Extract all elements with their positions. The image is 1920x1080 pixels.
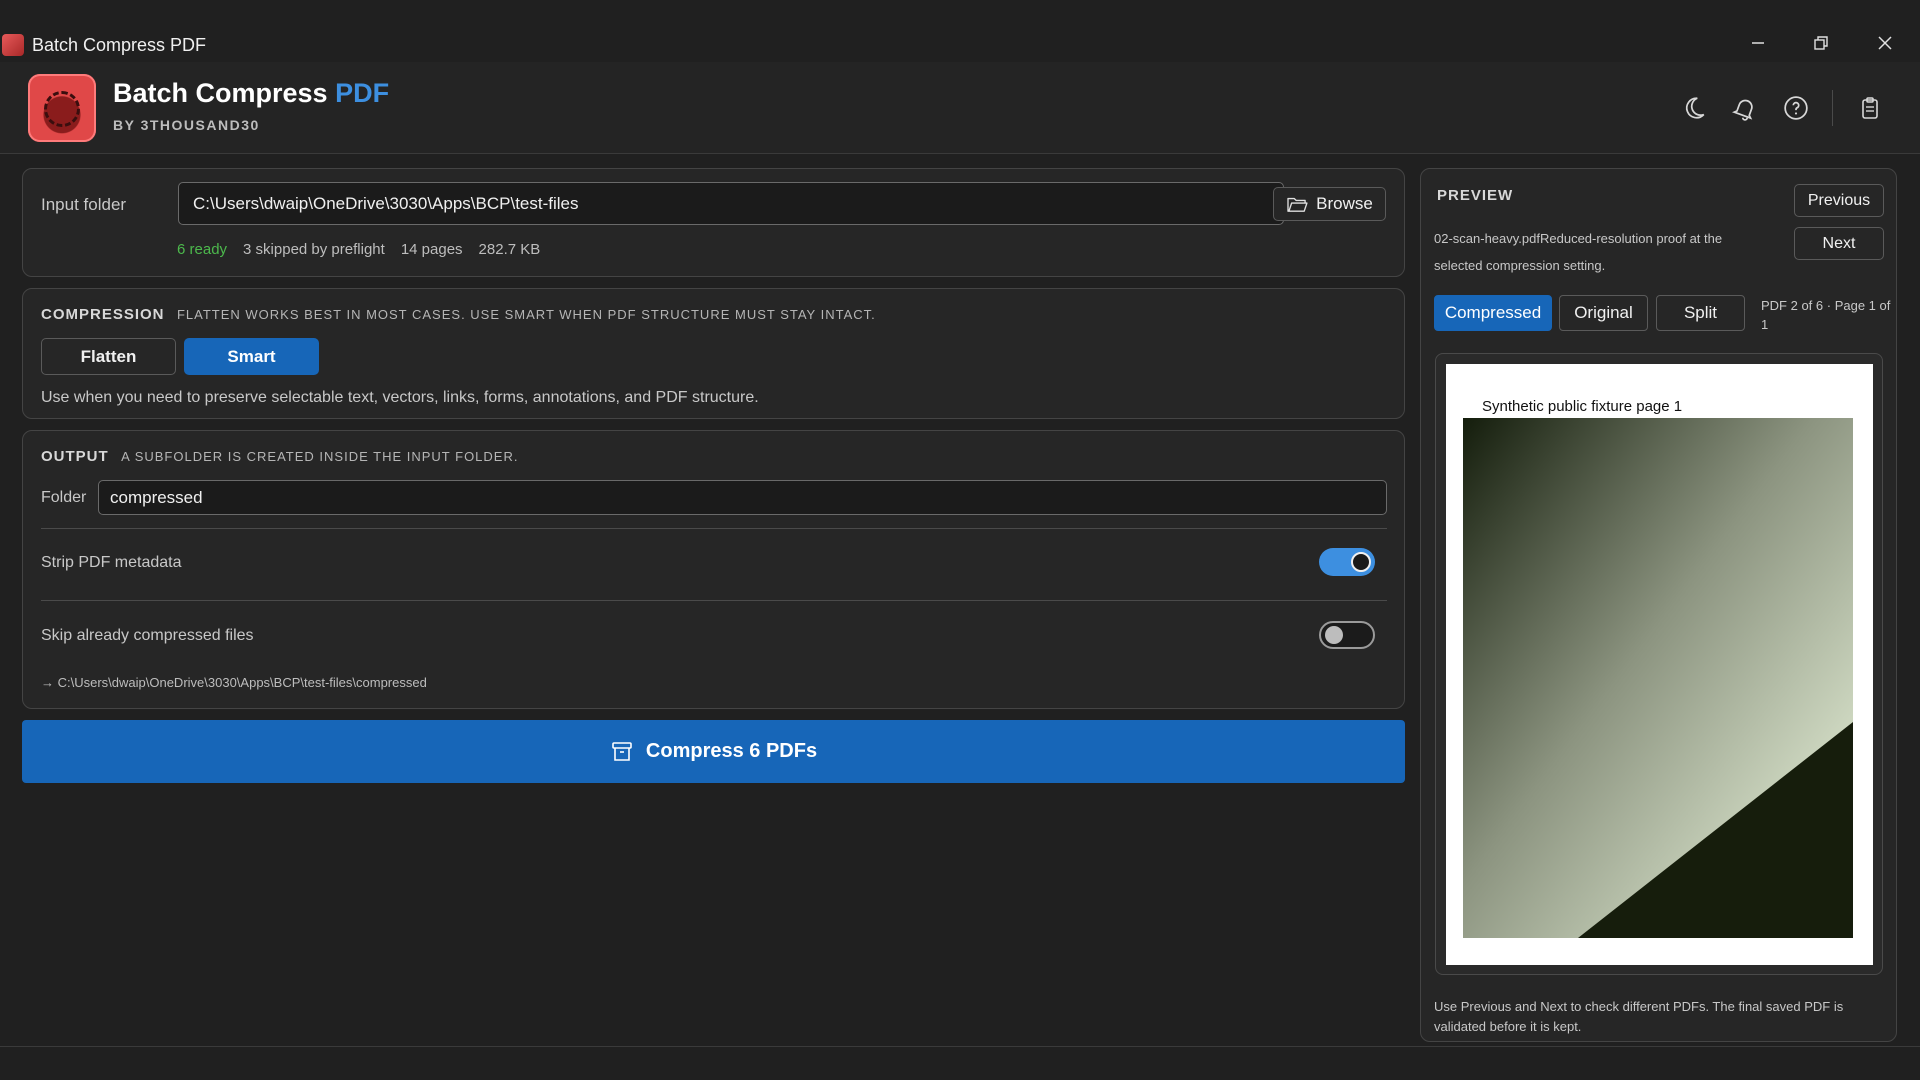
input-stats: 6 ready 3 skipped by preflight 14 pages … — [177, 241, 556, 258]
next-button[interactable]: Next — [1794, 227, 1884, 260]
logo-gear-icon — [44, 91, 80, 127]
brand-main: Batch Compress — [113, 78, 328, 108]
ready-count: 6 ready — [177, 241, 228, 258]
compress-button[interactable]: Compress 6 PDFs — [22, 720, 1405, 783]
compression-card: COMPRESSION FLATTEN WORKS BEST IN MOST C… — [22, 288, 1405, 419]
compression-note: FLATTEN WORKS BEST IN MOST CASES. USE SM… — [176, 307, 876, 322]
output-header: OUTPUT A SUBFOLDER IS CREATED INSIDE THE… — [41, 448, 518, 466]
preview-viewer: Synthetic public fixture page 1 — [1435, 353, 1883, 975]
preview-panel: PREVIEW 02-scan-heavy.pdfReduced-resolut… — [1420, 168, 1897, 1042]
total-size: 282.7 KB — [478, 241, 541, 258]
output-note: A SUBFOLDER IS CREATED INSIDE THE INPUT … — [121, 449, 519, 464]
output-title: OUTPUT — [41, 448, 109, 465]
input-folder-field[interactable]: C:\Users\dwaip\OneDrive\3030\Apps\BCP\te… — [178, 182, 1284, 225]
help-icon[interactable] — [1778, 90, 1814, 126]
output-folder-field[interactable]: compressed — [98, 480, 1387, 515]
divider — [41, 528, 1387, 529]
smart-button[interactable]: Smart — [184, 338, 319, 375]
pdf-page-image — [1463, 418, 1853, 938]
minimize-icon[interactable] — [1738, 28, 1778, 58]
archive-icon — [612, 741, 632, 761]
previous-button[interactable]: Previous — [1794, 184, 1884, 217]
notifications-bell-icon[interactable] — [1727, 90, 1763, 126]
title-bar: Batch Compress PDF — [0, 0, 1920, 62]
folder-label: Folder — [41, 489, 87, 506]
pdf-page: Synthetic public fixture page 1 — [1446, 364, 1873, 965]
tab-compressed[interactable]: Compressed — [1434, 295, 1552, 331]
brand-subtitle: BY 3THOUSAND30 — [113, 117, 260, 133]
app-icon — [2, 34, 24, 56]
pdf-page-info: PDF 2 of 6 · Page 1 of 1 — [1761, 298, 1891, 332]
tab-original[interactable]: Original — [1559, 295, 1648, 331]
tab-split[interactable]: Split — [1656, 295, 1745, 331]
close-icon[interactable] — [1865, 28, 1905, 58]
header-divider — [1832, 90, 1833, 126]
skip-compressed-label: Skip already compressed files — [41, 627, 254, 644]
compression-header: COMPRESSION FLATTEN WORKS BEST IN MOST C… — [41, 306, 876, 324]
toggle-knob — [1351, 552, 1371, 572]
clipboard-icon[interactable] — [1852, 90, 1888, 126]
output-card: OUTPUT A SUBFOLDER IS CREATED INSIDE THE… — [22, 430, 1405, 709]
compress-label: Compress 6 PDFs — [645, 740, 818, 762]
restore-icon[interactable] — [1801, 28, 1841, 58]
brand-accent: PDF — [335, 78, 390, 108]
status-bar — [0, 1046, 1920, 1080]
skip-compressed-toggle[interactable] — [1319, 621, 1375, 649]
input-folder-card: Input folder C:\Users\dwaip\OneDrive\303… — [22, 168, 1405, 277]
strip-metadata-toggle[interactable] — [1319, 548, 1375, 576]
browse-button[interactable]: Browse — [1273, 187, 1386, 221]
preview-title: PREVIEW — [1437, 187, 1514, 204]
skipped-count: 3 skipped by preflight — [243, 241, 385, 258]
output-path: → C:\Users\dwaip\OneDrive\3030\Apps\BCP\… — [41, 675, 427, 690]
strip-metadata-label: Strip PDF metadata — [41, 554, 182, 571]
app-window: Batch Compress PDF Batch Compress PDF BY… — [0, 0, 1920, 1080]
preview-footer: Use Previous and Next to check different… — [1434, 999, 1844, 1034]
brand-title: Batch Compress PDF — [113, 78, 389, 109]
compression-title: COMPRESSION — [41, 306, 165, 323]
pages-count: 14 pages — [400, 241, 463, 258]
flatten-button[interactable]: Flatten — [41, 338, 176, 375]
input-folder-label: Input folder — [41, 195, 127, 214]
browse-label: Browse — [1316, 194, 1373, 213]
folder-open-icon — [1287, 197, 1308, 212]
toggle-knob — [1325, 626, 1343, 644]
preview-description: 02-scan-heavy.pdfReduced-resolution proo… — [1434, 231, 1723, 273]
theme-moon-icon[interactable] — [1676, 90, 1712, 126]
app-logo — [28, 74, 96, 142]
pdf-page-text: Synthetic public fixture page 1 — [1482, 398, 1683, 415]
compression-description: Use when you need to preserve selectable… — [41, 389, 759, 406]
app-header: Batch Compress PDF BY 3THOUSAND30 — [0, 62, 1920, 154]
divider — [41, 600, 1387, 601]
window-title: Batch Compress PDF — [32, 35, 207, 55]
